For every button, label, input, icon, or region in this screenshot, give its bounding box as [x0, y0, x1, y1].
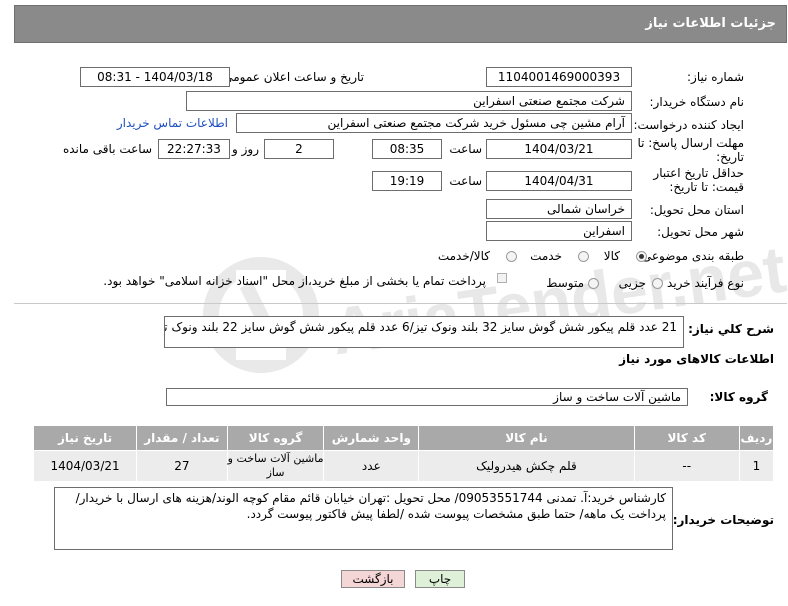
need-number-field: 1104001469000393	[486, 67, 632, 87]
need-number-label: شماره نیاز:	[687, 70, 744, 84]
purchase-radio-minor-label: جزیی	[618, 276, 646, 290]
divider	[14, 303, 787, 304]
col-quantity: تعداد / مقدار	[136, 425, 228, 451]
description-label: شرح کلي نياز:	[688, 322, 774, 336]
requester-label: ایجاد کننده درخواست:	[633, 118, 744, 132]
delivery-city-field: اسفراین	[486, 221, 632, 241]
reply-hour-label: ساعت	[449, 142, 482, 156]
treasury-bonds-checkbox[interactable]	[497, 273, 507, 283]
reply-date-field: 1404/03/21	[486, 139, 632, 159]
cell-quantity: 27	[136, 450, 228, 482]
col-need-date: تاریخ نیاز	[32, 425, 138, 451]
col-unit: واحد شمارش	[323, 425, 420, 451]
purchase-radio-medium[interactable]	[588, 278, 599, 289]
validity-hour-label: ساعت	[449, 174, 482, 188]
cell-goods-group: ماشین آلات ساخت و ساز	[226, 450, 325, 482]
purchase-radio-medium-label: متوسط	[546, 276, 584, 290]
days-left-field: 2	[264, 139, 334, 159]
category-radio-goods-label: کالا	[603, 249, 620, 263]
cell-row-number: 1	[738, 450, 775, 482]
goods-table: ردیف کد کالا نام کالا واحد شمارش گروه کا…	[32, 425, 775, 482]
category-radio-service-label: خدمت	[530, 249, 562, 263]
category-label: طبقه بندی موضوعی:	[637, 249, 744, 263]
col-row-number: ردیف	[738, 425, 775, 451]
category-radio-goods-service[interactable]	[506, 251, 517, 262]
validity-date-field: 1404/04/31	[486, 171, 632, 191]
delivery-province-field: خراسان شمالی	[486, 199, 632, 219]
price-validity-label-text: حداقل تاریخ اعتبار قیمت: تا تاریخ:	[653, 166, 744, 194]
cell-unit: عدد	[323, 450, 420, 482]
hours-left-label: ساعت باقی مانده	[62, 142, 152, 156]
col-goods-group: گروه کالا	[226, 425, 325, 451]
table-row: 1 -- قلم چکش هیدرولیک عدد ماشین آلات ساخ…	[32, 450, 775, 482]
cell-goods-name: قلم چکش هیدرولیک	[418, 450, 635, 482]
purchase-radio-minor[interactable]	[652, 278, 663, 289]
page-title: جزئیات اطلاعات نیاز	[645, 16, 776, 31]
category-radio-service[interactable]	[578, 251, 589, 262]
day-and-label: روز و	[232, 142, 259, 156]
announce-datetime-label: تاریخ و ساعت اعلان عمومی:	[219, 70, 364, 84]
reply-time-field: 08:35	[372, 139, 442, 159]
buyer-notes-textarea[interactable]: کارشناس خرید:آ. تمدنی 09053551744/ محل ت…	[54, 487, 673, 550]
reply-deadline-label-text: مهلت ارسال پاسخ: تا تاریخ:	[637, 136, 744, 164]
col-goods-name: نام کالا	[418, 425, 635, 451]
requester-field: آرام مشین چی مسئول خرید شرکت مجتمع صنعتی…	[236, 113, 632, 133]
validity-time-field: 19:19	[372, 171, 442, 191]
time-left-field: 22:27:33	[158, 139, 230, 159]
goods-info-heading: اطلاعات کالاهای مورد نیاز	[619, 352, 774, 366]
buyer-notes-label: توضیحات خریدار:	[672, 513, 774, 527]
purchase-type-label: نوع فرآیند خرید :	[659, 276, 744, 290]
delivery-province-label: استان محل تحویل:	[649, 203, 744, 217]
category-radio-goods[interactable]	[636, 251, 647, 262]
reply-deadline-label: مهلت ارسال پاسخ: تا تاریخ:	[634, 136, 744, 164]
announce-datetime-field: 1404/03/18 - 08:31	[80, 67, 230, 87]
cell-goods-code: --	[633, 450, 740, 482]
table-header-row: ردیف کد کالا نام کالا واحد شمارش گروه کا…	[32, 425, 775, 451]
treasury-bonds-note: پرداخت تمام یا بخشی از مبلغ خرید،از محل …	[103, 274, 486, 288]
watermark-logo	[196, 250, 326, 380]
buyer-org-field: شرکت مجتمع صنعتی اسفراین	[186, 91, 632, 111]
goods-group-field: ماشین آلات ساخت و ساز	[166, 388, 688, 406]
delivery-city-label: شهر محل تحویل:	[657, 225, 744, 239]
buyer-org-label: نام دستگاه خریدار:	[649, 95, 745, 109]
category-radio-goods-service-label: کالا/خدمت	[437, 249, 490, 263]
price-validity-label: حداقل تاریخ اعتبار قیمت: تا تاریخ:	[634, 166, 744, 194]
description-textarea[interactable]: 21 عدد قلم پیکور شش گوش سایز 32 بلند ونو…	[164, 316, 684, 348]
goods-group-label: گروه کالا:	[709, 390, 768, 404]
buyer-contact-link[interactable]: اطلاعات تماس خریدار	[117, 116, 228, 130]
page-header: جزئیات اطلاعات نیاز	[14, 5, 787, 43]
back-button[interactable]: بازگشت	[341, 570, 405, 588]
print-button[interactable]: چاپ	[415, 570, 465, 588]
page: AriaTender.net جزئیات اطلاعات نیاز شماره…	[0, 0, 788, 606]
cell-need-date: 1404/03/21	[32, 450, 138, 482]
col-goods-code: کد کالا	[633, 425, 740, 451]
